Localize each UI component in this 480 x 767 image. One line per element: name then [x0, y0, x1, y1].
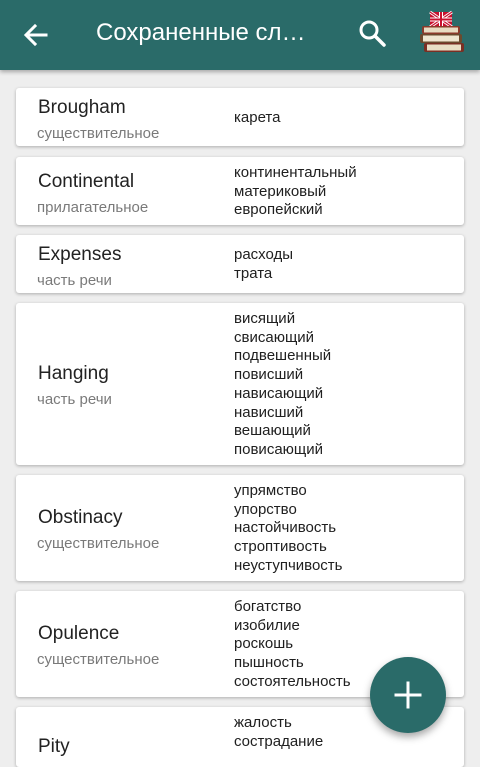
part-of-speech: часть речи	[37, 272, 112, 289]
translation: расходы	[234, 246, 294, 263]
list-item[interactable]: Hanging часть речи висящий свисающий под…	[16, 303, 464, 465]
list-item[interactable]: Obstinacy существительное упрямство упор…	[16, 475, 464, 581]
translation: богатство	[234, 598, 302, 615]
translation: состоятельность	[234, 672, 351, 690]
word-text: Obstinacy	[38, 507, 123, 528]
arrow-back-icon	[23, 23, 48, 47]
page-title: Сохраненные сл…	[96, 19, 306, 46]
translations: карета	[234, 109, 280, 128]
translations: висящий свисающий подвешенный повисший н…	[234, 310, 331, 460]
translation: пышность	[234, 654, 304, 672]
word-text: Expenses	[38, 244, 122, 265]
translations: жалость сострадание	[234, 714, 323, 751]
translation: повисающий	[234, 440, 324, 458]
translation: висящий	[234, 310, 296, 327]
translation: повисший	[234, 366, 304, 384]
translations: континентальный материковый европейский	[234, 164, 357, 220]
part-of-speech: прилагательное	[37, 199, 149, 216]
translation: жалость	[234, 714, 292, 731]
plus-icon	[394, 681, 422, 709]
part-of-speech: часть речи	[37, 391, 112, 408]
translation: материковый	[234, 182, 327, 200]
word-text: Opulence	[38, 623, 120, 644]
translation: упорство	[234, 500, 297, 518]
list-item[interactable]: Expenses часть речи расходы трата	[16, 235, 464, 293]
translation: нависающий	[234, 384, 324, 402]
translation: трата	[234, 264, 273, 282]
translation: роскошь	[234, 635, 294, 653]
part-of-speech: существительное	[37, 651, 160, 668]
translation: континентальный	[234, 164, 357, 181]
add-word-button[interactable]	[370, 657, 446, 733]
word-text: Brougham	[38, 97, 126, 118]
translation: изобилие	[234, 616, 300, 634]
translation: нависший	[234, 403, 304, 421]
search-icon	[359, 20, 386, 47]
translation: европейский	[234, 201, 323, 219]
translation: карета	[234, 109, 281, 126]
translations: упрямство упорство настойчивость стропти…	[234, 482, 342, 576]
translation: вешающий	[234, 422, 311, 440]
translation: строптивость	[234, 538, 327, 556]
translation: подвешенный	[234, 347, 332, 365]
dictionary-books-button[interactable]	[418, 10, 468, 56]
translation: упрямство	[234, 482, 307, 499]
word-text: Hanging	[38, 363, 109, 384]
translation: сострадание	[234, 732, 324, 750]
word-text: Continental	[38, 171, 135, 192]
search-button[interactable]	[356, 17, 390, 51]
word-text: Pity	[38, 736, 70, 757]
translations: богатство изобилие роскошь пышность сост…	[234, 598, 351, 692]
back-button[interactable]	[18, 17, 54, 53]
translation: свисающий	[234, 328, 315, 346]
translation: неуступчивость	[234, 556, 343, 574]
part-of-speech: существительное	[37, 125, 160, 142]
list-item[interactable]: Continental прилагательное континентальн…	[16, 157, 464, 225]
list-item[interactable]: Brougham существительное карета	[16, 88, 464, 146]
translation: настойчивость	[234, 519, 337, 537]
books-flag-icon	[420, 10, 464, 52]
translations: расходы трата	[234, 246, 293, 283]
part-of-speech: существительное	[37, 535, 160, 552]
app-bar: Сохраненные сл…	[0, 0, 480, 70]
